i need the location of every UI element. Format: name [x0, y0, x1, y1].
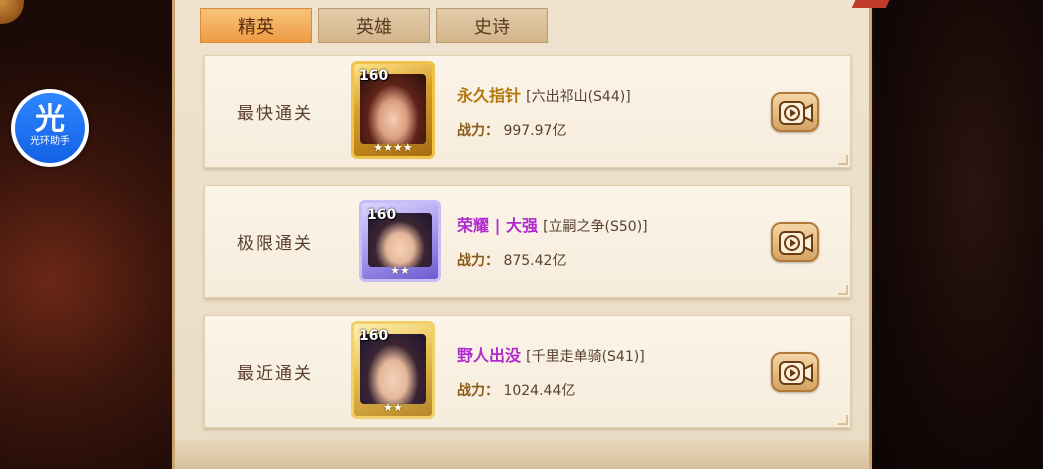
tab-heroic[interactable]: 英雄 — [318, 8, 430, 43]
tab-elite[interactable]: 精英 — [200, 8, 312, 43]
power-info: 战力： 875.42亿 — [457, 250, 566, 270]
server-name: [立嗣之争(S50)] — [543, 219, 648, 235]
helper-app-label: 光环助手 — [30, 136, 70, 147]
power-info: 战力： 1024.44亿 — [457, 380, 575, 400]
power-info: 战力： 997.97亿 — [457, 120, 566, 140]
power-label: 战力： — [457, 253, 499, 269]
helper-app-float-button[interactable]: 光 光环助手 — [11, 89, 89, 167]
level-badge: 160 — [359, 68, 389, 84]
record-list: 最快通关 160 ★★★★ 永久指针 [六出祁山(S44)] 战力： 997.9… — [204, 55, 851, 445]
game-background-left — [0, 0, 172, 469]
power-value: 997.97亿 — [503, 123, 567, 139]
play-video-icon — [779, 231, 813, 255]
play-video-icon — [779, 101, 813, 125]
player-info: 荣耀 | 大强 [立嗣之争(S50)] — [457, 212, 648, 236]
difficulty-tabs: 精英 英雄 史诗 — [200, 8, 548, 43]
helper-app-icon: 光 光环助手 — [15, 93, 85, 163]
rank-stars-icon: ★★ — [390, 264, 410, 277]
player-avatar[interactable]: 160 ★★ — [351, 321, 435, 419]
power-value: 1024.44亿 — [503, 383, 576, 399]
game-background-right — [873, 0, 1043, 469]
server-name: [千里走单骑(S41)] — [526, 349, 645, 365]
player-name: 荣耀 | 大强 — [457, 216, 538, 235]
power-label: 战力： — [457, 383, 499, 399]
player-avatar[interactable]: 160 ★★ — [359, 200, 441, 282]
player-info: 野人出没 [千里走单骑(S41)] — [457, 342, 645, 366]
server-name: [六出祁山(S44)] — [526, 89, 631, 105]
hero-portrait — [360, 74, 426, 144]
record-row-fastest: 最快通关 160 ★★★★ 永久指针 [六出祁山(S44)] 战力： 997.9… — [204, 55, 851, 168]
player-name: 野人出没 — [457, 346, 522, 365]
level-badge: 160 — [367, 207, 397, 223]
rank-stars-icon: ★★ — [383, 401, 403, 414]
play-video-icon — [779, 361, 813, 385]
helper-app-glyph: 光 — [35, 102, 65, 137]
record-type-label: 极限通关 — [237, 234, 313, 254]
record-type-label: 最近通关 — [237, 364, 313, 384]
level-badge: 160 — [359, 328, 389, 344]
record-row-recent: 最近通关 160 ★★ 野人出没 [千里走单骑(S41)] 战力： 1024.4… — [204, 315, 851, 428]
rank-stars-icon: ★★★★ — [373, 141, 413, 154]
player-name: 永久指针 — [457, 86, 522, 105]
record-type-label: 最快通关 — [237, 104, 313, 124]
player-info: 永久指针 [六出祁山(S44)] — [457, 82, 631, 106]
power-label: 战力： — [457, 123, 499, 139]
power-value: 875.42亿 — [503, 253, 567, 269]
record-row-extreme: 极限通关 160 ★★ 荣耀 | 大强 [立嗣之争(S50)] 战力： 875.… — [204, 185, 851, 298]
watch-replay-button[interactable] — [771, 352, 819, 392]
close-tab-notch[interactable] — [851, 0, 893, 8]
watch-replay-button[interactable] — [771, 92, 819, 132]
hero-portrait — [360, 334, 426, 404]
tab-epic[interactable]: 史诗 — [436, 8, 548, 43]
player-avatar[interactable]: 160 ★★★★ — [351, 61, 435, 159]
watch-replay-button[interactable] — [771, 222, 819, 262]
